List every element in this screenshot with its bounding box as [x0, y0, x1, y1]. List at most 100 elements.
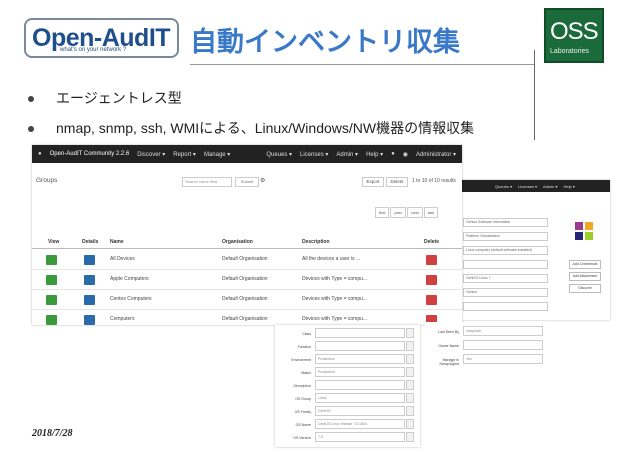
slide-date: 2018/7/28 [32, 428, 73, 439]
add-attachment-button[interactable]: Add Attachment [569, 272, 601, 281]
field-value[interactable]: Yes [463, 354, 543, 364]
col-details[interactable]: Details [82, 239, 98, 245]
nav-help[interactable]: Help ▾ [564, 184, 575, 189]
app-navbar: ● Open-AudIT Community 2.2.6 Discover ▾ … [32, 145, 462, 163]
col-description[interactable]: Description [302, 239, 330, 245]
table-row: Computers Default Organisation Devices w… [32, 310, 462, 325]
group-org: Default Organisation [222, 296, 268, 302]
details-button[interactable] [84, 275, 95, 285]
detail-field[interactable] [463, 260, 548, 269]
edit-icon[interactable] [406, 380, 414, 390]
field-value[interactable] [315, 341, 405, 351]
page-next[interactable]: next [407, 207, 423, 218]
edit-icon[interactable] [406, 419, 414, 429]
page-prev[interactable]: prev [390, 207, 407, 218]
field-value[interactable] [463, 340, 543, 350]
edit-icon[interactable] [406, 432, 414, 442]
delete-row-button[interactable] [426, 255, 437, 265]
detail-field[interactable]: Linux computer (default software install… [463, 246, 548, 255]
discover-button[interactable]: Discover [569, 284, 601, 293]
page-first[interactable]: first [375, 207, 390, 218]
edit-icon[interactable] [406, 393, 414, 403]
field-value[interactable]: 7.5 [315, 432, 405, 442]
field-value[interactable]: Production [315, 354, 405, 364]
edit-icon[interactable] [406, 328, 414, 338]
bullet-item: エージェントレス型 [28, 88, 182, 108]
add-credentials-button[interactable]: Add Credentials [569, 260, 601, 269]
field-label: OS Group [295, 397, 311, 401]
bullet-dot-icon [28, 126, 34, 133]
field-label: OS Name [295, 423, 311, 427]
group-name[interactable]: All Devices [110, 256, 135, 262]
group-name[interactable]: Centos Computers [110, 296, 152, 302]
nav-queues[interactable]: Queues ▾ [266, 151, 292, 158]
field-value[interactable]: CentOS [315, 406, 405, 416]
field-value[interactable]: Production [315, 367, 405, 377]
table-row: Apple Computers Default Organisation Dev… [32, 270, 462, 290]
group-name[interactable]: Apple Computers [110, 276, 149, 282]
detail-navbar: Queues ▾ Licenses ▾ Admin ▾ Help ▾ [455, 180, 610, 192]
edit-icon[interactable] [406, 341, 414, 351]
field-value[interactable]: Linux [315, 393, 405, 403]
nav-discover[interactable]: Discover ▾ [137, 151, 165, 158]
gear-icon[interactable]: ⚙ [260, 177, 270, 187]
nav-administrator[interactable]: Administrator ▾ [416, 151, 456, 158]
app-brand[interactable]: Open-AudIT Community 2.2.6 [50, 151, 130, 157]
col-organisation[interactable]: Organisation [222, 239, 253, 245]
export-button[interactable]: Export [362, 177, 384, 187]
nav-licenses[interactable]: Licenses ▾ [518, 184, 537, 189]
nav-admin[interactable]: Admin ▾ [543, 184, 557, 189]
group-desc: Devices with Type = compu... [302, 276, 368, 282]
delete-button[interactable]: Delete [386, 177, 408, 187]
col-name[interactable]: Name [110, 239, 124, 245]
details-button[interactable] [84, 315, 95, 325]
edit-icon[interactable] [406, 406, 414, 416]
delete-row-button[interactable] [426, 275, 437, 285]
edit-icon[interactable] [406, 354, 414, 364]
view-button[interactable] [46, 275, 57, 285]
search-input[interactable]: Search name field [182, 177, 232, 187]
user-icon: ● [38, 151, 42, 157]
form-row: Manage in Nmap/Agent Yes [425, 354, 555, 368]
logo-tagline: what's on your network ? [60, 47, 127, 53]
detail-field[interactable]: Centos Software Information [463, 218, 548, 227]
field-label: Function [297, 345, 311, 349]
col-delete[interactable]: Delete [424, 239, 439, 245]
result-count: 1 to 10 of 10 results [412, 178, 456, 184]
view-button[interactable] [46, 315, 57, 325]
view-button[interactable] [46, 255, 57, 265]
field-value[interactable]: CentOS Linux release 7.5.1804 [315, 419, 405, 429]
nav-manage[interactable]: Manage ▾ [204, 151, 230, 158]
field-label: Description [293, 384, 311, 388]
nav-queues[interactable]: Queues ▾ [495, 184, 512, 189]
detail-field[interactable]: Platform Virtualization [463, 232, 548, 241]
group-org: Default Organisation [222, 256, 268, 262]
delete-row-button[interactable] [426, 295, 437, 305]
form-row: Description [275, 380, 420, 392]
page-last[interactable]: last [423, 207, 439, 218]
device-status-screenshot: Last Seen By nmap/ssh Owner Name Manage … [425, 322, 555, 382]
edit-icon[interactable] [406, 367, 414, 377]
bullet-item: nmap, snmp, ssh, WMIによる、Linux/Windows/NW… [28, 118, 474, 138]
col-view[interactable]: View [48, 239, 59, 245]
groups-list-screenshot: ● Open-AudIT Community 2.2.6 Discover ▾ … [32, 145, 462, 325]
person-icon[interactable]: ● [391, 151, 395, 157]
nav-licenses[interactable]: Licenses ▾ [300, 151, 328, 158]
detail-field[interactable]: CentOS Linux 7 [463, 274, 548, 283]
nav-help[interactable]: Help ▾ [366, 151, 383, 158]
group-name[interactable]: Computers [110, 316, 134, 322]
nav-admin[interactable]: Admin ▾ [336, 151, 358, 158]
view-button[interactable] [46, 295, 57, 305]
details-button[interactable] [84, 255, 95, 265]
field-value[interactable] [315, 380, 405, 390]
detail-field[interactable]: Centos [463, 288, 548, 297]
device-form-screenshot: Class Function Environment Production St… [275, 325, 420, 447]
nav-report[interactable]: Report ▾ [173, 151, 196, 158]
details-button[interactable] [84, 295, 95, 305]
field-value[interactable]: nmap/ssh [463, 326, 543, 336]
submit-button[interactable]: Submit [235, 177, 259, 187]
mask-icon[interactable]: ◉ [403, 151, 408, 158]
field-value[interactable] [315, 328, 405, 338]
detail-field[interactable] [463, 302, 548, 311]
group-org: Default Organisation [222, 316, 268, 322]
